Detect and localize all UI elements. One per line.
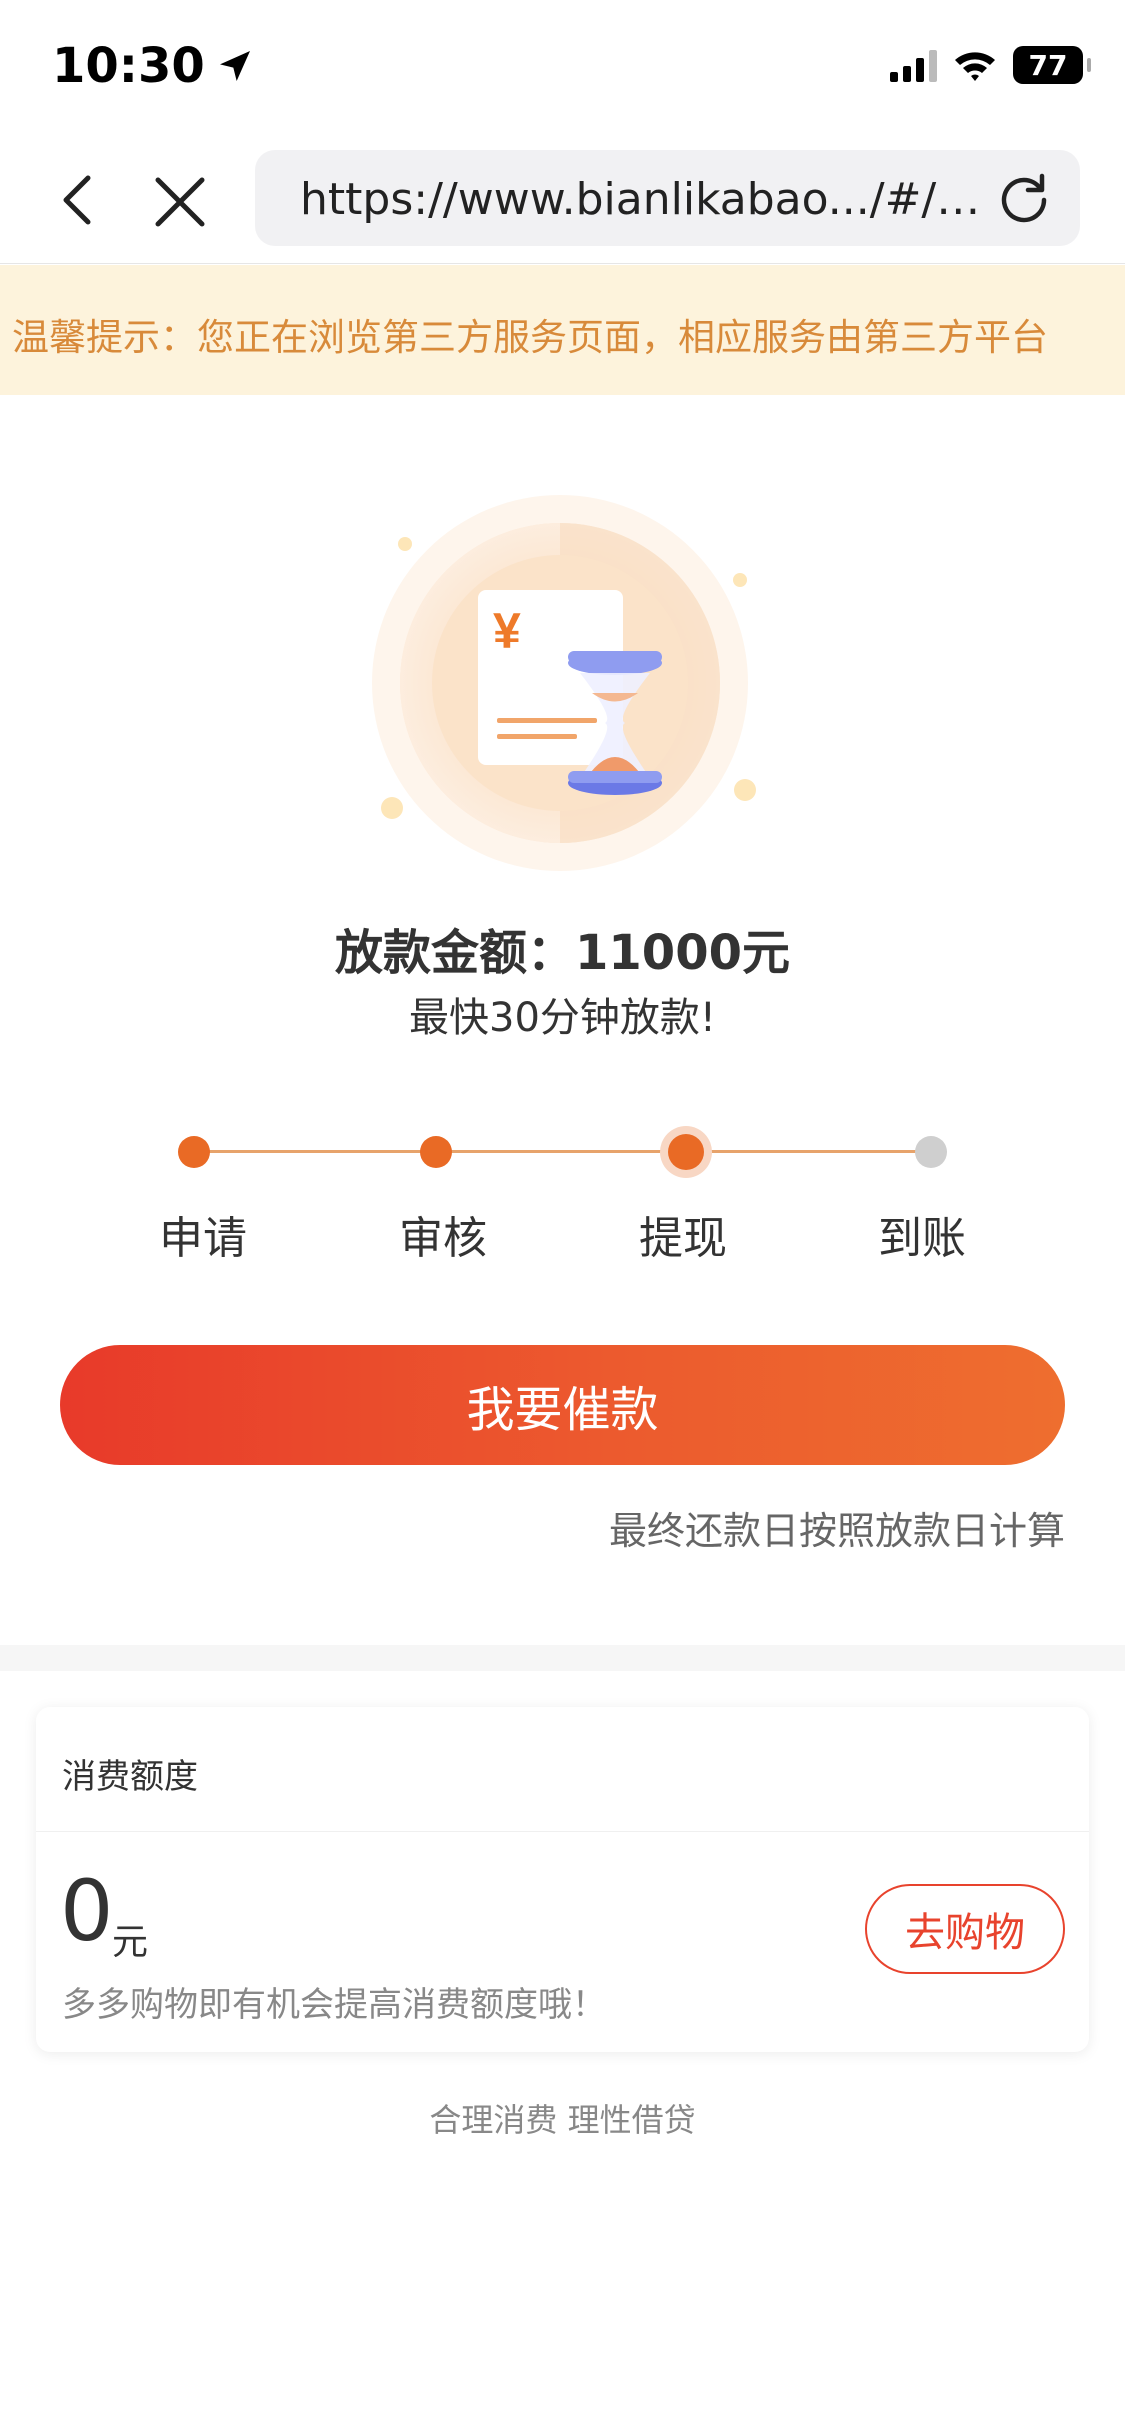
currency-symbol: ¥ (493, 603, 521, 659)
card-title: 消费额度 (62, 1757, 198, 1797)
step-label-withdraw: 提现 (639, 1213, 727, 1264)
status-time: 10:30 (52, 38, 255, 94)
battery-level: 77 (1028, 48, 1068, 82)
clock-text: 10:30 (52, 38, 205, 94)
loan-amount-title: 放款金额：11000元 (335, 925, 790, 981)
step-dot-withdraw (660, 1126, 712, 1178)
loan-speed-subtitle: 最快30分钟放款! (409, 995, 716, 1041)
close-icon[interactable] (148, 170, 212, 234)
section-divider (0, 1645, 1125, 1671)
step-dot-apply (178, 1136, 210, 1168)
cellular-signal-icon (890, 48, 937, 82)
progress-steps: 申请 审核 提现 到账 (0, 1120, 1125, 1264)
url-text[interactable]: https://www.bianlikabao.../#/l... (300, 174, 990, 225)
step-label-apply: 申请 (159, 1213, 247, 1264)
wifi-icon (955, 52, 995, 81)
credit-unit: 元 (112, 1922, 149, 1963)
location-arrow-icon (219, 51, 250, 81)
go-shopping-button[interactable]: 去购物 (865, 1884, 1065, 1974)
credit-amount: 0 (60, 1862, 114, 1960)
step-label-review: 审核 (399, 1213, 487, 1264)
reload-icon[interactable] (996, 170, 1052, 226)
third-party-notice: 温馨提示：您正在浏览第三方服务页面，相应服务由第三方平台 (0, 265, 1125, 395)
step-dot-review (420, 1136, 452, 1168)
step-label-arrival: 到账 (878, 1213, 966, 1264)
loan-processing-illustration: ¥ (372, 495, 756, 871)
back-chevron-icon[interactable] (50, 170, 110, 230)
status-icons: 77 (890, 46, 1091, 84)
card-separator (36, 1831, 1089, 1832)
url-bar[interactable]: https://www.bianlikabao.../#/l... (255, 150, 1080, 246)
consumption-credit-card: 消费额度 0 元 多多购物即有机会提高消费额度哦！ 去购物 (36, 1707, 1089, 2052)
repayment-note: 最终还款日按照放款日计算 (608, 1509, 1065, 1553)
notice-text: 温馨提示：您正在浏览第三方服务页面，相应服务由第三方平台 (12, 316, 1048, 359)
step-connector (194, 1150, 934, 1153)
credit-hint: 多多购物即有机会提高消费额度哦！ (62, 1985, 606, 2025)
footer-slogan: 合理消费 理性借贷 (429, 2101, 696, 2139)
status-bar: 10:30 77 (0, 0, 1125, 140)
urge-loan-button[interactable]: 我要催款 (60, 1345, 1065, 1465)
browser-nav-bar: https://www.bianlikabao.../#/l... (0, 140, 1125, 264)
battery-indicator: 77 (1013, 46, 1091, 84)
step-dot-arrival (915, 1136, 947, 1168)
